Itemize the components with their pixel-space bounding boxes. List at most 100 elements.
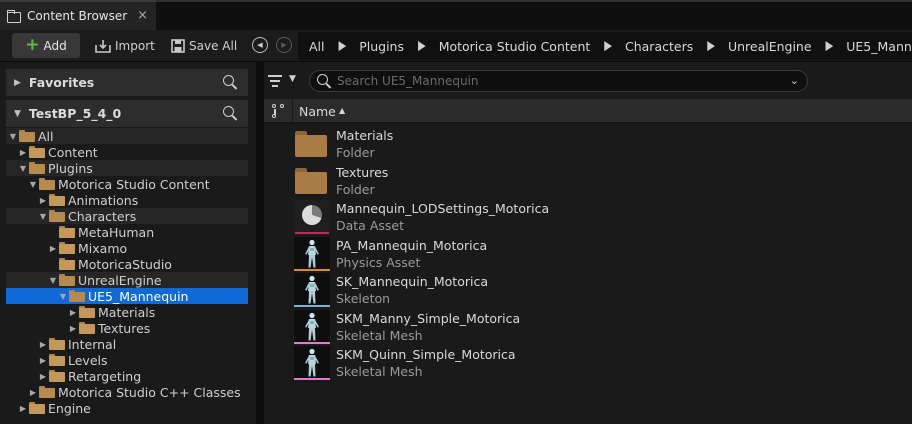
expanded-arrow-icon[interactable]: ▼ [28,180,38,189]
collapsed-arrow-icon[interactable]: ▶ [38,340,48,349]
project-header[interactable]: ▼ TestBP_5_4_0 [6,100,248,127]
asset-thumbnail [294,346,330,380]
search-dropdown-icon[interactable]: ⌄ [790,74,799,87]
asset-row[interactable]: Mannequin_LODSettings_Motorica Data Asset [264,199,912,235]
collapsed-arrow-icon[interactable]: ▶ [68,324,78,333]
skeletal-mesh-thumbnail [294,309,330,344]
asset-row[interactable]: SKM_Quinn_Simple_Motorica Skeletal Mesh [264,345,912,381]
asset-panel: ▼ ⌄ Name ▲ MaterialsFolderTexturesFolder… [264,62,912,424]
tree-item[interactable]: ▼ All [6,128,248,144]
branch-icon[interactable] [272,104,286,118]
tree-item[interactable]: ▶ Textures [6,320,248,336]
filter-button[interactable]: ▼ [268,72,300,90]
add-button[interactable]: + Add [12,33,80,58]
search-input[interactable] [337,73,777,89]
project-label: TestBP_5_4_0 [28,106,122,121]
open-folder-icon [69,290,85,302]
tree-item[interactable]: ▼ Characters [6,208,248,224]
expanded-arrow-icon[interactable]: ▼ [8,132,18,141]
expanded-arrow-icon[interactable]: ▼ [58,292,68,301]
tree-item[interactable]: MotoricaStudio [6,256,248,272]
expanded-arrow-icon[interactable]: ▼ [38,212,48,221]
folder-icon [59,226,75,238]
tree-item[interactable]: ▶ Animations [6,192,248,208]
expanded-arrow-icon[interactable]: ▼ [18,164,28,173]
tree-item[interactable]: ▼ UE5_Mannequin [6,288,248,304]
tree-item[interactable]: ▶ Materials [6,304,248,320]
collapsed-arrow-icon[interactable]: ▶ [68,308,78,317]
project-search-icon[interactable] [222,105,238,121]
collapsed-arrow-icon[interactable]: ▶ [38,372,48,381]
close-tab-icon[interactable]: × [137,8,148,23]
tree-item-label: Materials [98,304,156,320]
tree-item-label: Plugins [48,160,93,176]
tree-item[interactable]: ▶ Retargeting [6,368,248,384]
panel-splitter[interactable] [256,62,264,424]
breadcrumb-item[interactable]: Characters [625,39,693,54]
asset-row[interactable]: PA_Mannequin_Motorica Physics Asset [264,236,912,272]
breadcrumb-item[interactable]: Motorica Studio Content [439,39,591,54]
expanded-arrow-icon[interactable]: ▼ [48,276,58,285]
tree-item[interactable]: ▶ Motorica Studio C++ Classes [6,384,248,400]
collapsed-arrow-icon[interactable]: ▶ [38,196,48,205]
code-folder-icon [39,386,55,398]
tree-item-label: Mixamo [78,240,128,256]
collapsed-arrow-icon[interactable]: ▶ [18,148,28,157]
breadcrumb-item[interactable]: All [309,39,325,54]
breadcrumb-separator-icon[interactable]: ▶ [418,39,426,53]
breadcrumb-item[interactable]: UE5_Mannequin [846,39,912,54]
tree-item[interactable]: ▶ Engine [6,400,248,416]
breadcrumb-separator-icon[interactable]: ▶ [707,39,715,53]
tree-item[interactable]: ▶ Mixamo [6,240,248,256]
folder-icon [29,146,45,158]
physics-asset-thumbnail [294,236,330,271]
asset-type: Data Asset [336,218,404,233]
favorites-search-icon[interactable] [222,74,238,90]
tree-item[interactable]: ▶ Levels [6,352,248,368]
list-header: Name ▲ [264,99,912,123]
asset-type: Skeletal Mesh [336,327,423,343]
folder-icon [295,167,327,194]
tree-item-label: Motorica Studio C++ Classes [58,384,241,400]
tree-item-label: MetaHuman [78,224,155,240]
import-button[interactable]: Import [95,33,155,58]
breadcrumb-separator-icon[interactable]: ▶ [339,39,347,53]
asset-row[interactable]: SKM_Manny_Simple_Motorica Skeletal Mesh [264,309,912,345]
breadcrumb-separator-icon[interactable]: ▶ [604,39,612,53]
tree-item[interactable]: ▶ Content [6,144,248,160]
asset-thumbnail [294,127,329,161]
breadcrumb-item[interactable]: Plugins [359,39,404,54]
search-box: ⌄ [309,70,808,92]
name-column-header[interactable]: Name [299,104,336,119]
tree-item[interactable]: ▶ Internal [6,336,248,352]
tab-title: Content Browser [27,9,128,23]
folder-icon [29,402,45,414]
tree-item-label: Motorica Studio Content [58,176,210,192]
sources-panel: ▶ Favorites ▼ TestBP_5_4_0 ▼ All ▶ Content ▼… [0,62,256,424]
tree-item[interactable]: ▼ Motorica Studio Content [6,176,248,192]
tree-item[interactable]: ▼ Plugins [6,160,248,176]
collapsed-arrow-icon[interactable]: ▶ [18,404,28,413]
tab-content-browser[interactable]: Content Browser × [0,0,156,30]
save-all-button-label: Save All [189,38,238,53]
asset-row[interactable]: Materials Folder [264,126,912,162]
collapsed-arrow-icon[interactable]: ▶ [28,388,38,397]
tree-item[interactable]: MetaHuman [6,224,248,240]
tree-item-label: Characters [68,208,137,224]
collapsed-arrow-icon[interactable]: ▶ [38,356,48,365]
asset-row[interactable]: SK_Mannequin_Motorica Skeleton [264,272,912,308]
collapsed-arrow-icon[interactable]: ▶ [48,244,58,253]
back-button[interactable]: ◀ [252,37,268,53]
folder-icon [295,131,327,157]
tree-item-label: Animations [68,192,139,208]
favorites-header[interactable]: ▶ Favorites [6,69,248,96]
save-all-icon [171,38,185,53]
breadcrumb-item[interactable]: UnrealEngine [728,39,812,54]
asset-row[interactable]: Textures Folder [264,163,912,199]
breadcrumb-separator-icon[interactable]: ▶ [826,39,834,53]
collapsed-arrow-icon: ▶ [14,77,21,88]
folder-icon [59,242,75,254]
forward-button[interactable]: ▶ [276,37,292,53]
save-all-button[interactable]: Save All [171,33,237,58]
tree-item[interactable]: ▼ UnrealEngine [6,272,248,288]
